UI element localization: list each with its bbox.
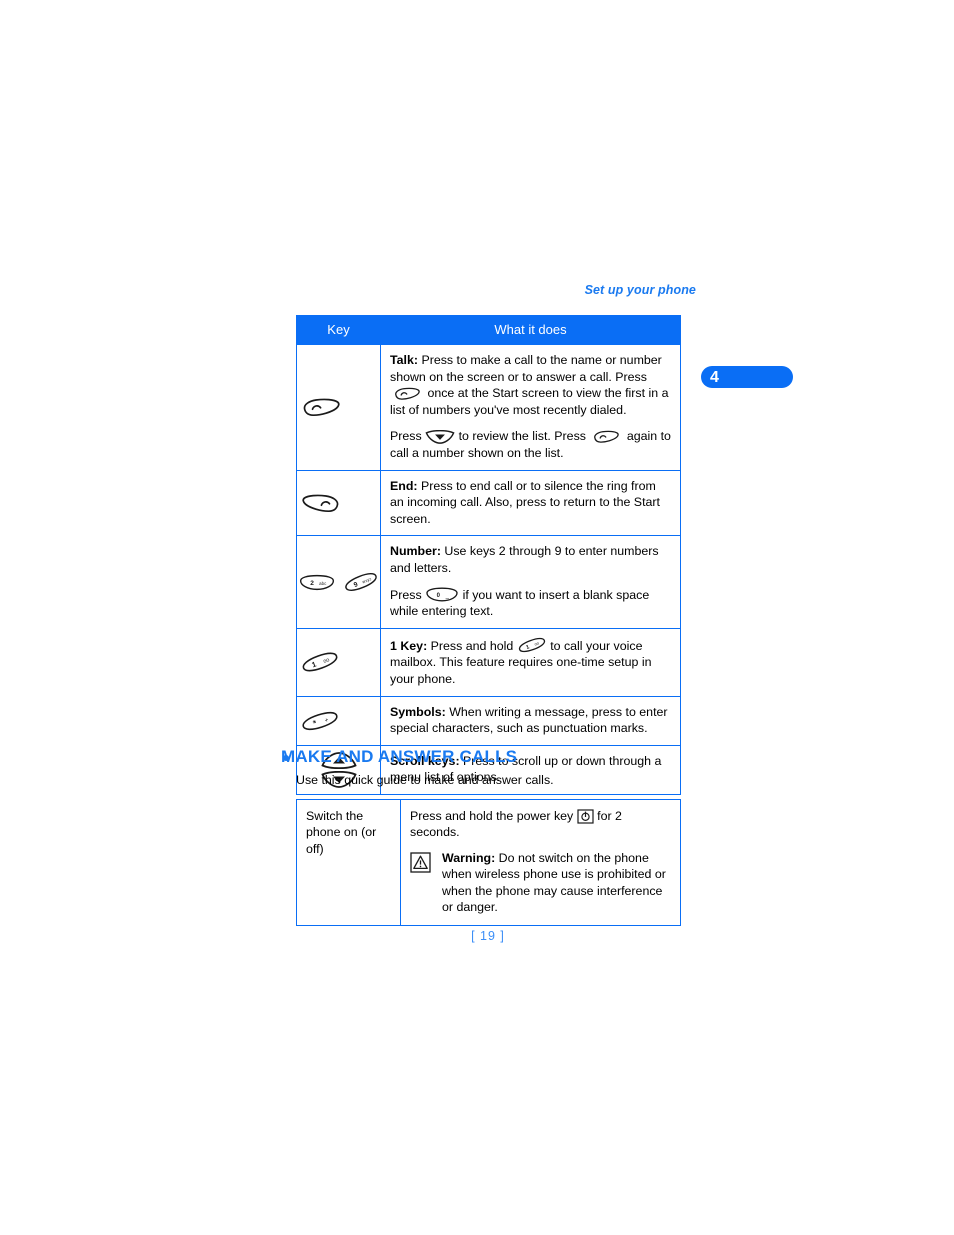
paragraph: Press 0 _ if you want to insert a blank … — [390, 587, 671, 620]
svg-text:0: 0 — [437, 594, 441, 600]
star-key-icon: * + — [301, 709, 376, 733]
warning-lead: Warning: — [442, 850, 496, 865]
calls-instruction-cell: Press and hold the power key for 2 secon… — [400, 798, 681, 927]
warning-triangle-icon — [410, 852, 431, 873]
term-lead: 1 Key: — [390, 638, 428, 653]
table-row: * + Symbols: When writing a message, pre… — [296, 695, 681, 746]
key-reference-table: Key What it does Talk: Press to make a c… — [296, 315, 681, 795]
description-cell-talk: Talk: Press to make a call to the name o… — [380, 344, 681, 471]
scroll-down-key-icon — [425, 430, 455, 445]
table-row: Talk: Press to make a call to the name o… — [296, 344, 681, 471]
number-key-2-icon: 2 abc — [299, 574, 335, 591]
paragraph: Press to review the list. Press again to… — [390, 428, 671, 461]
paragraph: Symbols: When writing a message, press t… — [390, 704, 671, 737]
chapter-tab: 4 — [701, 366, 793, 388]
key-cell-number: 2 abc 9 wxyz — [296, 535, 381, 629]
svg-text:abc: abc — [319, 580, 327, 585]
svg-text:oo: oo — [323, 657, 331, 665]
description-cell-number: Number: Use keys 2 through 9 to enter nu… — [380, 535, 681, 629]
number-key-1-icon: 1 oo — [517, 636, 547, 654]
term-lead: Symbols: — [390, 704, 446, 719]
description-cell-one: 1 Key: Press and hold 1 oo to call your … — [380, 627, 681, 697]
svg-text:_: _ — [445, 593, 450, 599]
running-head: Set up your phone — [584, 283, 696, 297]
term-lead: End: — [390, 478, 418, 493]
number-key-9-icon: 9 wxyz — [344, 571, 378, 593]
power-key-icon — [577, 809, 594, 824]
table-row: 1 oo 1 Key: Press and hold 1 oo to call … — [296, 627, 681, 697]
table-row: 2 abc 9 wxyz Number: Use keys 2 through … — [296, 535, 681, 629]
paragraph: Number: Use keys 2 through 9 to enter nu… — [390, 543, 671, 576]
key-cell-one: 1 oo — [296, 627, 381, 697]
term-lead: Talk: — [390, 353, 418, 367]
warning-text-wrap: Warning: Do not switch on the phone when… — [442, 850, 671, 916]
text-run: Press — [390, 587, 426, 602]
calls-action-label: Switch the phone on (or off) — [296, 798, 401, 927]
number-key-1-icon: 1 oo — [301, 650, 376, 674]
paragraph: Talk: Press to make a call to the name o… — [390, 352, 671, 418]
calls-table-body: Switch the phone on (or off) Press and h… — [296, 798, 681, 927]
svg-text:1: 1 — [525, 644, 530, 651]
make-answer-calls-table: Switch the phone on (or off) Press and h… — [296, 798, 681, 927]
number-keys-group: 2 abc 9 wxyz — [299, 571, 378, 593]
text-run: Press to end call or to silence the ring… — [390, 478, 660, 526]
text-run: Press to make a call to the name or numb… — [390, 353, 662, 384]
text-run: once at the Start screen to view the fir… — [390, 386, 669, 417]
text-run: Press and hold — [427, 638, 517, 653]
svg-text:1: 1 — [311, 660, 318, 670]
text-run: to review the list. Press — [455, 429, 590, 444]
warning-block: Warning: Do not switch on the phone when… — [410, 850, 671, 916]
table-header-row: Key What it does — [296, 315, 681, 345]
column-header-key: Key — [296, 315, 381, 345]
chapter-tab-number: 4 — [710, 369, 719, 386]
text-run: Press and hold the power key — [410, 809, 577, 823]
table-row: End: Press to end call or to silence the… — [296, 469, 681, 537]
warning-icon-wrap — [410, 850, 442, 873]
description-cell-symbols: Symbols: When writing a message, press t… — [380, 695, 681, 746]
paragraph: End: Press to end call or to silence the… — [390, 478, 671, 528]
key-table-body: Talk: Press to make a call to the name o… — [296, 344, 681, 795]
number-key-0-icon: 0 _ — [425, 587, 459, 602]
manual-page: Set up your phone 4 Key What it does Tal… — [0, 0, 954, 1235]
instruction-line: Press and hold the power key for 2 secon… — [410, 808, 671, 841]
svg-text:+: + — [324, 716, 330, 724]
column-header-what-it-does: What it does — [380, 315, 681, 345]
description-cell-end: End: Press to end call or to silence the… — [380, 469, 681, 537]
term-lead: Number: — [390, 544, 441, 559]
svg-text:9: 9 — [353, 581, 359, 589]
talk-key-icon — [301, 396, 376, 418]
svg-text:*: * — [312, 717, 319, 728]
paragraph: 1 Key: Press and hold 1 oo to call your … — [390, 636, 671, 688]
end-key-icon — [301, 492, 376, 514]
key-cell-end — [296, 469, 381, 537]
svg-text:oo: oo — [533, 640, 540, 647]
talk-key-icon — [589, 429, 623, 444]
talk-key-icon — [390, 386, 424, 401]
page-title: MAKE AND ANSWER CALLS — [281, 747, 518, 766]
section-intro-text: Use this quick guide to make and answer … — [296, 773, 554, 787]
key-cell-symbols: * + — [296, 695, 381, 746]
table-row: Switch the phone on (or off) Press and h… — [296, 798, 681, 927]
key-cell-talk — [296, 344, 381, 471]
text-run: Press — [390, 429, 426, 444]
svg-text:2: 2 — [310, 579, 314, 586]
page-number: [ 19 ] — [471, 929, 505, 943]
